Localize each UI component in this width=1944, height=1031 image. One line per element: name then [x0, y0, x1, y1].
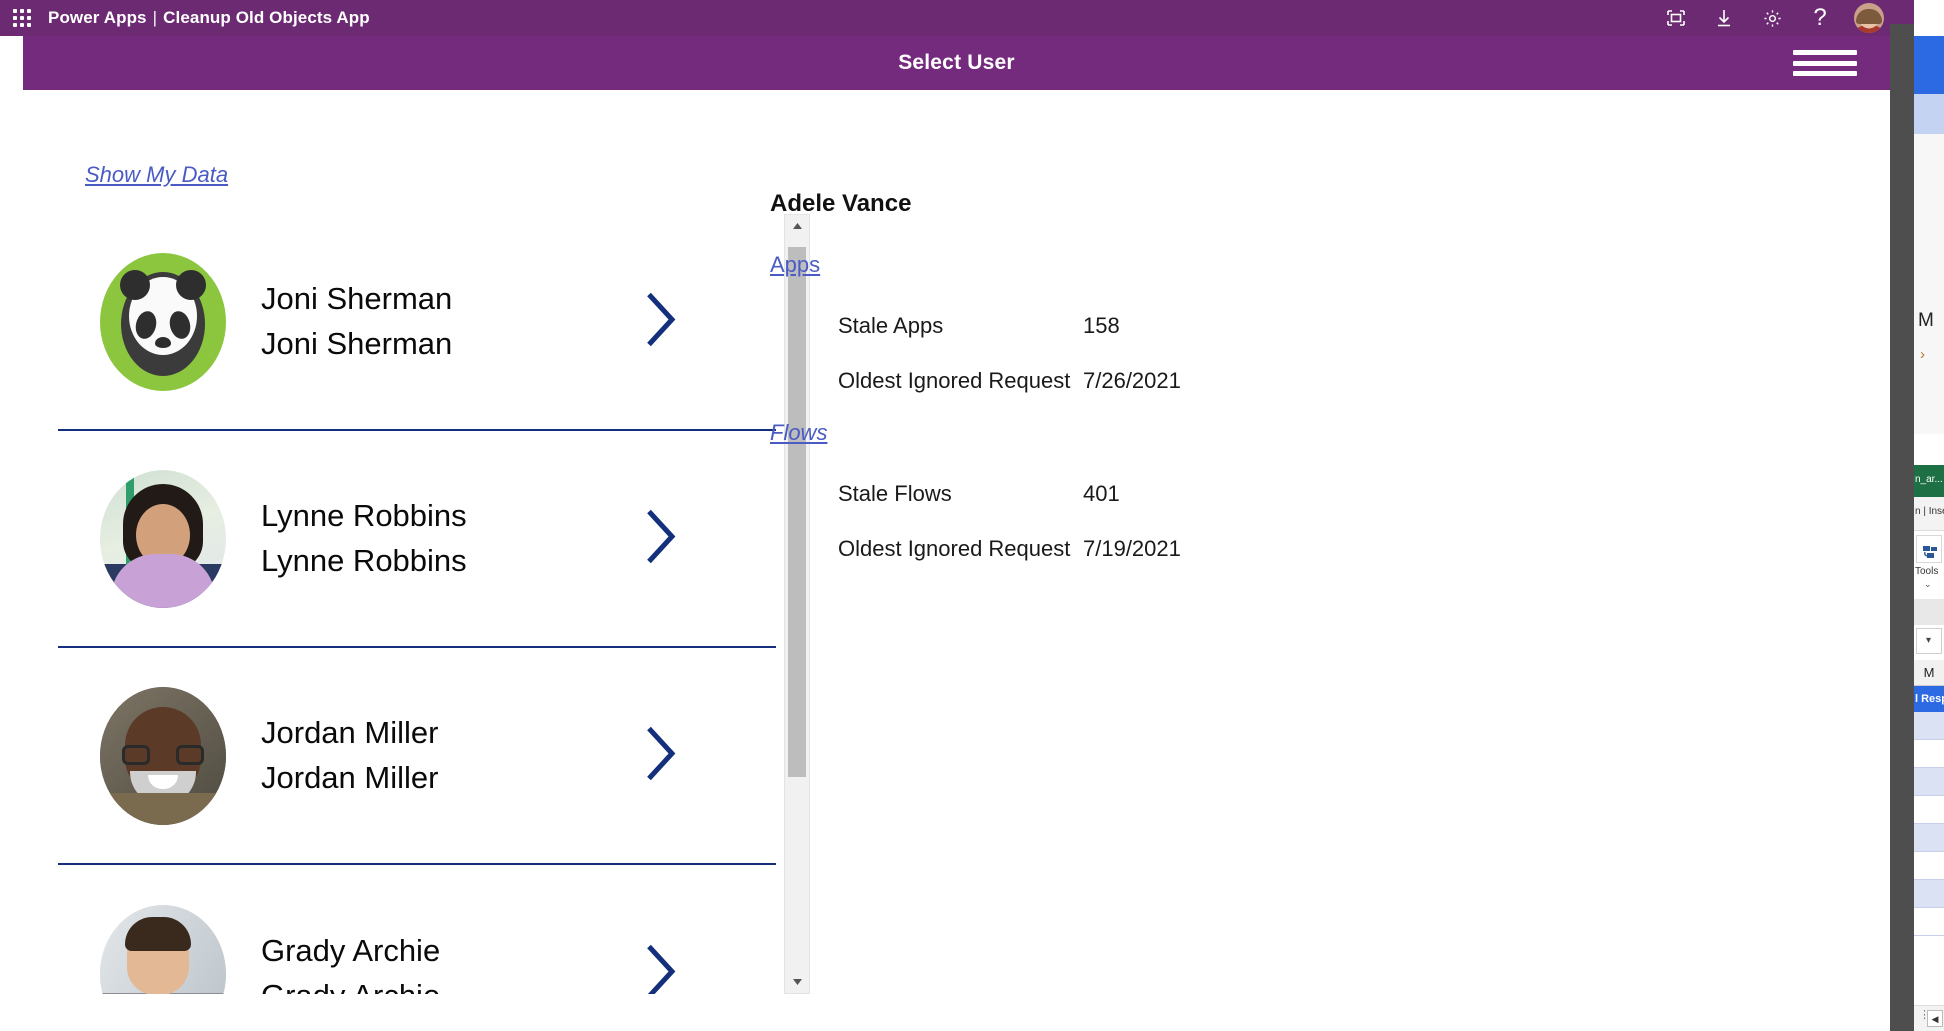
data-tools-icon: [1923, 546, 1938, 560]
table-row[interactable]: [1914, 852, 1944, 880]
photo-avatar: [100, 470, 226, 608]
table-row[interactable]: [1914, 824, 1944, 852]
list-item-names: Jordan Miller Jordan Miller: [261, 716, 438, 794]
download-icon[interactable]: [1700, 0, 1748, 36]
list-item[interactable]: Jordan Miller Jordan Miller: [58, 648, 776, 865]
list-item[interactable]: Joni Sherman Joni Sherman: [58, 214, 776, 431]
help-glyph: ?: [1813, 6, 1826, 30]
user-name-secondary: Jordan Miller: [261, 762, 438, 795]
panda-avatar: [100, 253, 226, 391]
help-icon[interactable]: ?: [1796, 0, 1844, 36]
table-row[interactable]: [1914, 796, 1944, 824]
user-name-secondary: Grady Archie: [261, 980, 440, 994]
user-name-secondary: Lynne Robbins: [261, 545, 467, 578]
mail-letter: M: [1918, 310, 1934, 332]
excel-ribbon-tabs[interactable]: n | Inse: [1914, 497, 1944, 531]
excel-file-name: n_ar...: [1915, 474, 1943, 485]
chevron-right-icon[interactable]: [644, 724, 678, 787]
list-item[interactable]: Grady Archie Grady Archie: [58, 865, 776, 994]
chevron-right-icon[interactable]: [644, 942, 678, 994]
photo-avatar: [100, 905, 226, 995]
status-bar: ⋮ ◀: [1914, 1005, 1944, 1031]
suite-bar: Power Apps|Cleanup Old Objects App: [0, 0, 1890, 36]
tools-button[interactable]: [1916, 535, 1942, 563]
row-value: 7/19/2021: [1083, 536, 1181, 562]
page-title: Select User: [898, 51, 1015, 75]
detail-row: Stale Flows 401: [838, 466, 1770, 521]
apps-section-link[interactable]: Apps: [770, 252, 820, 278]
selected-user-name: Adele Vance: [770, 190, 1770, 218]
detail-row: Stale Apps 158: [838, 298, 1770, 353]
app-launcher-icon[interactable]: [0, 0, 44, 36]
user-name-primary: Grady Archie: [261, 934, 440, 967]
row-label: Stale Flows: [838, 481, 1083, 507]
list-item-names: Grady Archie Grady Archie: [261, 934, 440, 994]
avatar[interactable]: [1854, 3, 1884, 33]
ribbon-gap: [1914, 599, 1944, 625]
user-name-primary: Jordan Miller: [261, 716, 438, 749]
flows-section-link[interactable]: Flows: [770, 420, 827, 446]
list-item-names: Joni Sherman Joni Sherman: [261, 282, 452, 360]
chevron-right-icon[interactable]: ›: [1920, 346, 1925, 363]
detail-section-apps: Apps Stale Apps 158 Oldest Ignored Reque…: [770, 252, 1770, 408]
screen-root: Power Apps|Cleanup Old Objects App: [0, 0, 1944, 1031]
row-value: 401: [1083, 481, 1120, 507]
dropdown-button[interactable]: ▾: [1916, 628, 1942, 654]
avatar-hair: [1856, 9, 1882, 24]
row-label: Oldest Ignored Request: [838, 368, 1083, 394]
scroll-left-button[interactable]: ◀: [1927, 1010, 1943, 1027]
table-row[interactable]: [1914, 768, 1944, 796]
detail-row: Oldest Ignored Request 7/19/2021: [838, 521, 1770, 576]
chevron-down-icon[interactable]: ⌄: [1924, 579, 1932, 590]
brand-label[interactable]: Power Apps: [48, 8, 147, 27]
table-row[interactable]: [1914, 908, 1944, 936]
chevron-down-icon: ▾: [1926, 635, 1931, 646]
user-gallery[interactable]: Joni Sherman Joni Sherman: [58, 214, 798, 994]
show-my-data-link[interactable]: Show My Data: [85, 162, 228, 188]
user-name-primary: Lynne Robbins: [261, 499, 467, 532]
hamburger-menu-icon[interactable]: [1793, 45, 1857, 81]
user-gallery-inner: Joni Sherman Joni Sherman: [58, 214, 776, 994]
scroll-down-arrow-icon[interactable]: [785, 971, 809, 993]
excel-tools-group[interactable]: Tools ⌄: [1914, 531, 1944, 599]
detail-row: Oldest Ignored Request 7/26/2021: [838, 353, 1770, 408]
gear-icon[interactable]: [1748, 0, 1796, 36]
outlook-header-band: [1914, 36, 1944, 94]
fit-to-screen-icon[interactable]: [1652, 0, 1700, 36]
desktop-right-strip: M › n_ar... n | Inse Tools: [1890, 0, 1944, 1031]
selected-column-header[interactable]: l Resp: [1914, 686, 1944, 712]
background-window-strip[interactable]: M › n_ar... n | Inse Tools: [1914, 0, 1944, 1031]
app-name-label: Cleanup Old Objects App: [163, 8, 370, 27]
row-value: 158: [1083, 313, 1120, 339]
app-canvas: Show My Data Joni Sherman Joni Sherman: [23, 90, 1890, 1031]
chevron-right-icon[interactable]: [644, 507, 678, 570]
flows-rows: Stale Flows 401 Oldest Ignored Request 7…: [838, 466, 1770, 576]
detail-section-flows: Flows Stale Flows 401 Oldest Ignored Req…: [770, 420, 1770, 576]
photo-avatar: [100, 687, 226, 825]
outlook-body: M ›: [1914, 134, 1944, 434]
suite-bar-actions: ?: [1652, 0, 1890, 36]
chevron-right-icon[interactable]: [644, 290, 678, 353]
row-label: Stale Apps: [838, 313, 1083, 339]
list-item[interactable]: Lynne Robbins Lynne Robbins: [58, 431, 776, 648]
user-name-primary: Joni Sherman: [261, 282, 452, 315]
table-row[interactable]: [1914, 880, 1944, 908]
outlook-subheader-band: [1914, 94, 1944, 134]
table-row[interactable]: [1914, 712, 1944, 740]
table-row[interactable]: [1914, 740, 1944, 768]
suite-title: Power Apps|Cleanup Old Objects App: [48, 8, 370, 28]
list-item-names: Lynne Robbins Lynne Robbins: [261, 499, 467, 577]
excel-title-bar: n_ar...: [1914, 465, 1944, 497]
user-name-secondary: Joni Sherman: [261, 328, 452, 361]
waffle-grid: [13, 9, 31, 27]
apps-rows: Stale Apps 158 Oldest Ignored Request 7/…: [838, 298, 1770, 408]
app-header: Select User: [23, 36, 1890, 90]
user-detail-panel: Adele Vance Apps Stale Apps 158 Oldest I…: [770, 190, 1770, 588]
tools-label: Tools: [1915, 566, 1938, 577]
title-separator: |: [147, 8, 164, 27]
ribbon-tab-label: n | Inse: [1915, 506, 1944, 517]
row-label: Oldest Ignored Request: [838, 536, 1083, 562]
column-header[interactable]: M: [1914, 660, 1944, 686]
row-value: 7/26/2021: [1083, 368, 1181, 394]
